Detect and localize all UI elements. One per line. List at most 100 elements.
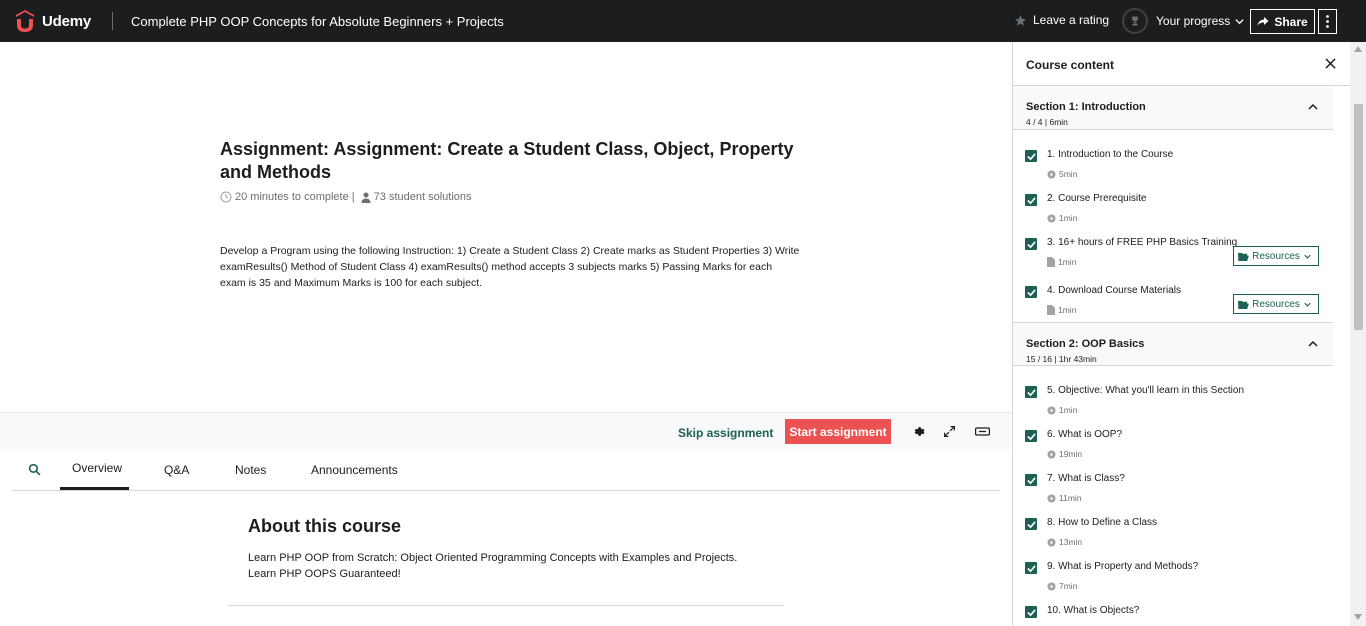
- lesson-duration: 1min: [1047, 257, 1076, 267]
- user-icon: [361, 192, 371, 203]
- play-icon: [1047, 581, 1056, 591]
- section-header[interactable]: Section 2: OOP Basics 15 / 16 | 1hr 43mi…: [1013, 322, 1333, 366]
- lesson-duration-text: 1min: [1059, 405, 1078, 415]
- lesson-duration-text: 5min: [1059, 169, 1078, 179]
- lesson-item[interactable]: 1. Introduction to the Course 5min: [1013, 140, 1333, 184]
- resources-label: Resources: [1252, 250, 1300, 262]
- completed-checkbox[interactable]: [1025, 286, 1037, 298]
- play-icon: [1047, 537, 1056, 547]
- more-options-button[interactable]: [1318, 9, 1337, 34]
- expand-icon[interactable]: [943, 425, 956, 438]
- lesson-duration: 1min: [1047, 213, 1077, 223]
- section-progress: 15 / 16 | 1hr 43min: [1026, 354, 1097, 364]
- completed-checkbox[interactable]: [1025, 194, 1037, 206]
- lesson-title: 1. Introduction to the Course: [1047, 149, 1174, 160]
- completed-checkbox[interactable]: [1025, 238, 1037, 250]
- assignment-meta: 20 minutes to complete | 73 student solu…: [220, 191, 472, 203]
- star-icon: [1015, 14, 1026, 26]
- udemy-logo[interactable]: Udemy: [12, 8, 91, 34]
- chevron-up-icon: [1308, 103, 1318, 110]
- play-icon: [1047, 405, 1056, 415]
- clock-icon: [220, 191, 232, 203]
- scroll-up-arrow-icon[interactable]: [1354, 46, 1362, 52]
- section-header[interactable]: Section 1: Introduction 4 / 4 | 6min: [1013, 86, 1333, 130]
- share-button[interactable]: Share: [1250, 9, 1315, 34]
- completed-checkbox[interactable]: [1025, 606, 1037, 618]
- tab-qa[interactable]: Q&A: [164, 449, 189, 490]
- assignment-solutions[interactable]: 73 student solutions: [374, 191, 472, 203]
- search-icon[interactable]: [28, 463, 41, 476]
- about-divider: [228, 605, 784, 606]
- leave-rating-label: Leave a rating: [1033, 13, 1110, 27]
- lesson-item[interactable]: 8. How to Define a Class 13min: [1013, 508, 1333, 552]
- about-line-1: Learn PHP OOP from Scratch: Object Orien…: [248, 552, 738, 564]
- completed-checkbox[interactable]: [1025, 150, 1037, 162]
- lesson-title: 9. What is Property and Methods?: [1047, 561, 1199, 572]
- scroll-down-arrow-icon[interactable]: [1354, 614, 1362, 620]
- lesson-title: 5. Objective: What you'll learn in this …: [1047, 385, 1245, 396]
- file-icon: [1047, 257, 1055, 267]
- resources-button[interactable]: Resources: [1233, 294, 1319, 314]
- file-icon: [1047, 305, 1055, 315]
- folder-open-icon: [1238, 252, 1249, 261]
- play-icon: [1047, 449, 1056, 459]
- lesson-item[interactable]: 3. 16+ hours of FREE PHP Basics Training…: [1013, 228, 1333, 272]
- completed-checkbox[interactable]: [1025, 474, 1037, 486]
- your-progress-button[interactable]: Your progress: [1122, 8, 1244, 34]
- section-progress: 4 / 4 | 6min: [1026, 117, 1068, 127]
- chevron-down-icon: [1304, 302, 1311, 307]
- skip-assignment-button[interactable]: Skip assignment: [678, 426, 773, 440]
- lesson-item[interactable]: 7. What is Class? 11min: [1013, 464, 1333, 508]
- assignment-action-bar: Skip assignment Start assignment: [0, 412, 1012, 449]
- sidebar-header: Course content: [1013, 42, 1350, 86]
- lesson-title: 2. Course Prerequisite: [1047, 193, 1147, 204]
- resources-button[interactable]: Resources: [1233, 246, 1319, 266]
- leave-rating-button[interactable]: Leave a rating: [1014, 13, 1109, 27]
- tab-announcements[interactable]: Announcements: [311, 449, 398, 490]
- lesson-duration-text: 7min: [1059, 581, 1078, 591]
- completed-checkbox[interactable]: [1025, 562, 1037, 574]
- lesson-duration: 1min: [1047, 405, 1077, 415]
- lesson-item[interactable]: 4. Download Course Materials 1min Resour…: [1013, 276, 1333, 320]
- completed-checkbox[interactable]: [1025, 430, 1037, 442]
- course-title[interactable]: Complete PHP OOP Concepts for Absolute B…: [131, 14, 504, 29]
- lesson-item[interactable]: 6. What is OOP? 19min: [1013, 420, 1333, 464]
- lesson-item[interactable]: 10. What is Objects? 5min: [1013, 596, 1333, 626]
- lesson-duration: 13min: [1047, 537, 1082, 547]
- check-icon: [1026, 196, 1036, 204]
- your-progress-label: Your progress: [1156, 14, 1231, 28]
- course-content-sidebar: Course content Section 1: Introduction 4…: [1012, 42, 1350, 626]
- share-icon: [1257, 17, 1269, 26]
- check-icon: [1026, 608, 1036, 616]
- gear-icon[interactable]: [912, 425, 925, 438]
- check-icon: [1026, 476, 1036, 484]
- about-line-2: Learn PHP OOPS Guaranteed!: [248, 568, 401, 580]
- start-assignment-button[interactable]: Start assignment: [785, 419, 891, 444]
- completed-checkbox[interactable]: [1025, 386, 1037, 398]
- lesson-duration-text: 13min: [1059, 537, 1083, 547]
- lesson-item[interactable]: 5. Objective: What you'll learn in this …: [1013, 376, 1333, 420]
- more-vertical-icon: [1326, 15, 1329, 28]
- lesson-title: 6. What is OOP?: [1047, 429, 1123, 440]
- tab-overview[interactable]: Overview: [60, 449, 129, 490]
- scrollbar-thumb[interactable]: [1354, 104, 1363, 330]
- tab-notes[interactable]: Notes: [235, 449, 266, 490]
- lesson-item[interactable]: 9. What is Property and Methods? 7min: [1013, 552, 1333, 596]
- assignment-duration: 20 minutes to complete |: [235, 191, 355, 203]
- lesson-title: 4. Download Course Materials: [1047, 285, 1181, 296]
- section-name: Section 1: Introduction: [1026, 101, 1146, 113]
- sidebar-scrollbar[interactable]: [1350, 42, 1366, 626]
- completed-checkbox[interactable]: [1025, 518, 1037, 530]
- about-text: Learn PHP OOP from Scratch: Object Orien…: [248, 550, 788, 582]
- theater-mode-icon[interactable]: [975, 425, 990, 438]
- udemy-logo-icon: [16, 10, 34, 32]
- lesson-duration: 1min: [1047, 305, 1076, 315]
- lesson-item[interactable]: 2. Course Prerequisite 1min: [1013, 184, 1333, 228]
- course-tabs: Overview Q&A Notes Announcements: [12, 449, 1000, 491]
- chevron-up-icon: [1308, 340, 1318, 347]
- close-icon[interactable]: [1325, 58, 1336, 69]
- check-icon: [1026, 520, 1036, 528]
- top-bar: Udemy Complete PHP OOP Concepts for Abso…: [0, 0, 1366, 42]
- about-title: About this course: [248, 516, 402, 536]
- lesson-title: 10. What is Objects?: [1047, 605, 1140, 616]
